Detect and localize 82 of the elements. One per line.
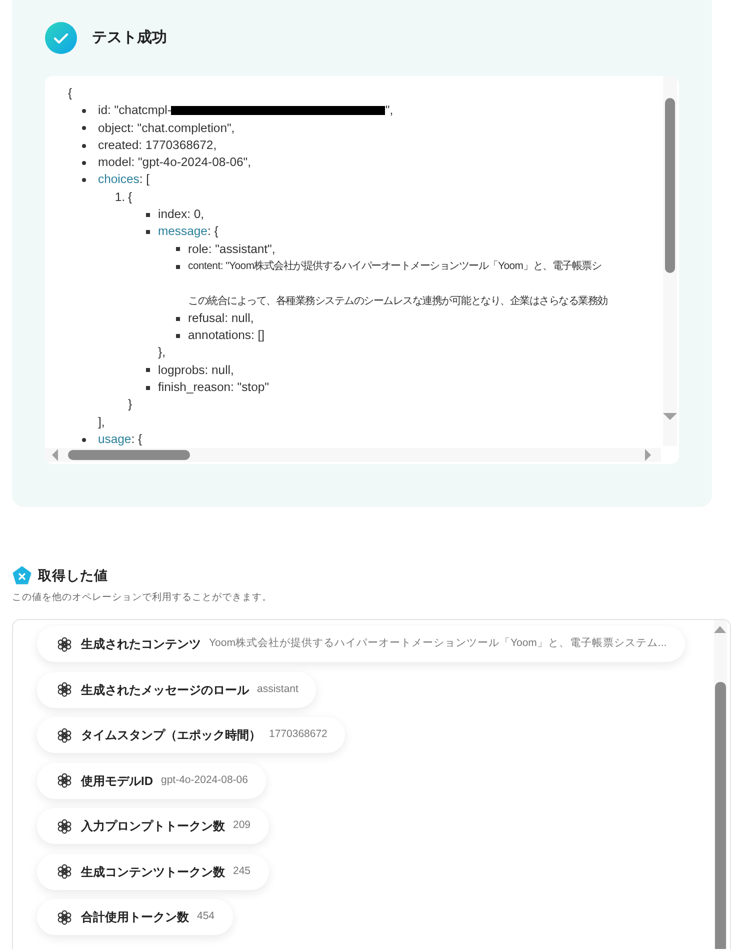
scroll-thumb[interactable] — [68, 450, 190, 460]
scroll-thumb[interactable] — [715, 682, 726, 950]
section-title: 取得した値 — [38, 566, 108, 585]
chip-label: タイムスタンプ（エポック時間） — [81, 727, 261, 744]
knot-icon — [56, 818, 73, 835]
chip-label: 生成されたメッセージのロール — [81, 682, 249, 699]
code-text: annotations: [] — [188, 327, 265, 344]
scroll-thumb[interactable] — [665, 98, 675, 273]
code-text: id: "chatcmpl- — [98, 102, 172, 120]
key-link[interactable]: usage — [98, 430, 132, 448]
bullet-icon — [146, 230, 150, 234]
code-text: ", — [385, 102, 394, 120]
result-title: テスト成功 — [92, 28, 167, 48]
knot-icon — [56, 636, 73, 653]
bullet-icon — [82, 178, 86, 182]
code-text: finish_reason: "stop" — [158, 379, 269, 396]
knot-icon — [56, 863, 73, 880]
bullet-icon — [176, 247, 180, 252]
code-text: role: "assistant", — [188, 240, 276, 258]
bullet-icon — [176, 264, 180, 269]
value-chip[interactable]: 生成コンテンツトークン数 245 — [37, 854, 269, 890]
code-line: { — [68, 85, 72, 102]
vertical-scrollbar[interactable] — [663, 76, 677, 446]
code-text: この統合によって、各種業務システムのシームレスな連携が可能となり、企業はさらなる業務効 — [188, 294, 608, 309]
vertical-scrollbar[interactable] — [714, 620, 727, 950]
code-text: : { — [207, 223, 218, 240]
key-link[interactable]: message — [158, 223, 208, 241]
knot-icon — [56, 681, 73, 698]
chip-label: 使用モデルID — [81, 772, 153, 790]
bullet-icon — [176, 316, 180, 320]
chip-label: 合計使用トークン数 — [81, 909, 189, 926]
section-description: この値を他のオペレーションで利用することができます。 — [12, 591, 273, 605]
scroll-left-arrow[interactable] — [52, 449, 58, 461]
chip-value: gpt-4o-2024-08-06 — [161, 772, 248, 788]
code-line: } — [128, 396, 132, 414]
code-text: logprobs: null, — [158, 362, 234, 379]
code-line: ], — [98, 414, 105, 431]
chip-value: 209 — [233, 818, 251, 834]
bullet-icon — [82, 144, 86, 148]
code-text: model: "gpt-4o-2024-08-06", — [98, 154, 251, 172]
code-text: created: 1770368672, — [98, 136, 217, 154]
key-link[interactable]: choices — [98, 171, 140, 189]
value-chip[interactable]: 合計使用トークン数 454 — [37, 899, 233, 936]
code-text: content: "Yoom株式会社が提供するハイパーオートメーションツール「Yoom」と、電子帳票シ — [188, 259, 602, 274]
chip-value: 454 — [197, 909, 215, 924]
check-circle-icon — [45, 22, 77, 54]
bullet-icon — [146, 212, 150, 217]
code-line: }, — [158, 344, 166, 362]
chip-label: 入力プロンプトトークン数 — [81, 818, 225, 836]
chip-label: 生成されたコンテンツ — [81, 636, 201, 654]
value-chip[interactable]: 使用モデルID gpt-4o-2024-08-06 — [37, 762, 266, 799]
scroll-up-arrow[interactable] — [714, 626, 726, 634]
chip-value: 245 — [233, 864, 251, 879]
code-text: object: "chat.completion", — [98, 120, 235, 137]
code-text: { — [128, 188, 132, 206]
scroll-down-arrow[interactable] — [663, 413, 677, 420]
bullet-icon — [82, 126, 86, 130]
value-chip[interactable]: 入力プロンプトトークン数 209 — [37, 808, 269, 844]
horizontal-scrollbar[interactable] — [45, 448, 661, 462]
knot-icon — [56, 908, 73, 926]
chip-value: 1770368672 — [269, 727, 328, 742]
knot-icon — [56, 772, 73, 790]
value-chip[interactable]: 生成されたコンテンツ Yoom株式会社が提供するハイパーオートメーションツール「Yoom」と、電子帳票システム... — [37, 626, 685, 662]
bullet-icon — [146, 386, 150, 390]
value-chip[interactable]: タイムスタンプ（エポック時間） 1770368672 — [37, 717, 346, 754]
bullet-icon — [176, 334, 180, 338]
code-text: : { — [131, 430, 142, 448]
chip-value: assistant — [257, 682, 298, 697]
code-text: index: 0, — [158, 206, 204, 224]
bullet-icon — [146, 368, 150, 372]
bullet-icon — [82, 438, 86, 442]
scroll-right-arrow[interactable] — [645, 449, 651, 461]
code-text: : [ — [139, 171, 150, 188]
list-number: 1. — [114, 188, 126, 206]
bullet-icon — [82, 108, 86, 113]
knot-icon — [56, 726, 73, 744]
chip-value: Yoom株式会社が提供するハイパーオートメーションツール「Yoom」と、電子帳票システム... — [209, 636, 667, 652]
chip-label: 生成コンテンツトークン数 — [81, 864, 225, 881]
value-chip[interactable]: 生成されたメッセージのロール assistant — [37, 672, 316, 708]
bullet-icon — [82, 160, 86, 165]
code-text: refusal: null, — [188, 310, 254, 327]
variable-icon — [12, 566, 32, 586]
